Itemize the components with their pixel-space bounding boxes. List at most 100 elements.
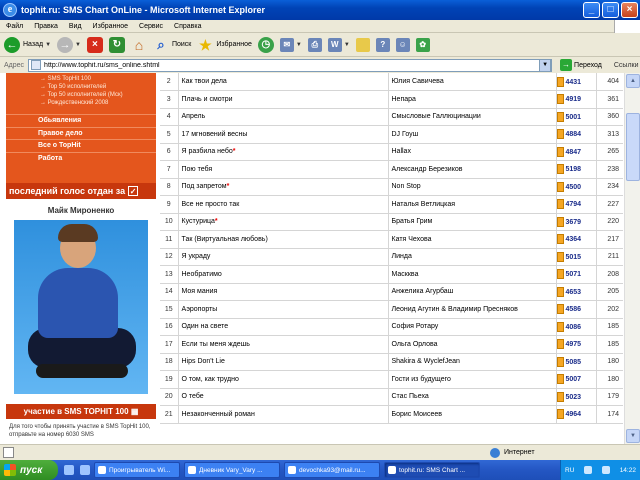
sidebar-item-right-cause[interactable]: Правое дело — [6, 126, 156, 140]
sms-code-cell[interactable]: 4500 — [556, 178, 596, 196]
sms-code-cell[interactable]: 4964 — [556, 405, 596, 424]
song-cell[interactable]: Я разбила небо* — [177, 143, 389, 161]
task-diary[interactable]: Дневник Vary_Vary ... — [184, 462, 280, 478]
sidebar-link-christmas[interactable]: → Рождественский 2008 — [6, 99, 156, 107]
scroll-up-icon[interactable]: ▲ — [626, 74, 640, 88]
home-button[interactable]: ⌂ — [131, 37, 147, 53]
menu-edit[interactable]: Правка — [34, 23, 58, 30]
song-cell[interactable]: Моя мания — [177, 283, 389, 301]
edit-button[interactable]: W ▼ — [327, 37, 350, 52]
discuss-button[interactable] — [355, 37, 370, 52]
address-field[interactable]: ▼ — [28, 58, 553, 72]
artist-cell[interactable]: Леонид Агутин & Владимир Пресняков — [388, 300, 557, 319]
quicklaunch-ie-icon[interactable] — [64, 465, 74, 475]
artist-cell[interactable]: Братья Грим — [388, 213, 557, 231]
artist-cell[interactable]: Non Stop — [388, 178, 557, 196]
sms-code-cell[interactable]: 4884 — [556, 125, 596, 144]
mail-button[interactable]: ✉ ▼ — [279, 37, 302, 52]
chevron-down-icon[interactable]: ▼ — [344, 42, 350, 48]
sms-code-cell[interactable]: 5015 — [556, 248, 596, 266]
network-icon[interactable] — [584, 466, 593, 474]
artist-photo[interactable] — [14, 220, 148, 394]
menu-tools[interactable]: Сервис — [139, 23, 163, 30]
sms-code-cell[interactable]: 5007 — [556, 370, 596, 389]
artist-cell[interactable]: Александр Березиков — [388, 160, 557, 179]
artist-cell[interactable]: Анжелика Агурбаш — [388, 283, 557, 301]
sidebar-link-top50-msk[interactable]: → Top 50 исполнителей (Мск) — [6, 91, 156, 99]
artist-cell[interactable]: Смысловые Галлюцинации — [388, 108, 557, 126]
song-cell[interactable]: Незаконченный роман — [177, 405, 389, 424]
song-cell[interactable]: О тебе — [177, 388, 389, 406]
scroll-down-icon[interactable]: ▼ — [626, 429, 640, 443]
artist-cell[interactable]: Линда — [388, 248, 557, 266]
song-cell[interactable]: Как твои дела — [177, 73, 389, 91]
song-cell[interactable]: Пою тебя — [177, 160, 389, 179]
artist-cell[interactable]: Борис Моисеев — [388, 405, 557, 424]
sms-code-cell[interactable]: 5198 — [556, 160, 596, 179]
sms-code-cell[interactable]: 4847 — [556, 143, 596, 161]
sms-code-cell[interactable]: 4794 — [556, 195, 596, 214]
artist-cell[interactable]: Shakira & WyclefJean — [388, 353, 557, 371]
maximize-button[interactable]: □ — [602, 2, 619, 18]
sms-code-cell[interactable]: 4975 — [556, 335, 596, 354]
sms-code-cell[interactable]: 4653 — [556, 283, 596, 301]
song-cell[interactable]: Необратимо — [177, 265, 389, 284]
close-button[interactable]: × — [621, 2, 638, 18]
song-cell[interactable]: 17 мгновений весны — [177, 125, 389, 144]
addon-button[interactable]: ✿ — [415, 37, 430, 52]
song-cell[interactable]: Апрель — [177, 108, 389, 126]
menu-file[interactable]: Файл — [6, 23, 23, 30]
song-cell[interactable]: Плачь и смотри — [177, 90, 389, 109]
sms-code-cell[interactable]: 4431 — [556, 73, 596, 91]
quicklaunch-media-icon[interactable] — [80, 465, 90, 475]
sms-code-cell[interactable]: 5023 — [556, 388, 596, 406]
song-cell[interactable]: Если ты меня ждешь — [177, 335, 389, 354]
sms-code-cell[interactable]: 3679 — [556, 213, 596, 231]
artist-cell[interactable]: Непара — [388, 90, 557, 109]
menu-favorites[interactable]: Избранное — [93, 23, 128, 30]
title-bar[interactable]: e tophit.ru: SMS Chart OnLine - Microsof… — [0, 0, 640, 20]
sms-code-cell[interactable]: 5001 — [556, 108, 596, 126]
chevron-down-icon[interactable]: ▼ — [45, 42, 51, 48]
artist-cell[interactable]: Наталья Ветлицкая — [388, 195, 557, 214]
sms-code-cell[interactable]: 4919 — [556, 90, 596, 109]
address-dropdown-icon[interactable]: ▼ — [539, 58, 552, 72]
song-cell[interactable]: Hips Don't Lie — [177, 353, 389, 371]
address-input[interactable] — [44, 61, 540, 69]
song-cell[interactable]: О том, как трудно — [177, 370, 389, 389]
favorites-button[interactable]: ★ Избранное — [197, 37, 252, 53]
sms-code-cell[interactable]: 4086 — [556, 318, 596, 336]
search-button[interactable]: ⌕ Поиск — [153, 37, 191, 53]
menu-view[interactable]: Вид — [69, 23, 82, 30]
volume-icon[interactable] — [601, 466, 610, 474]
research-button[interactable]: ? — [375, 37, 390, 52]
artist-cell[interactable]: DJ Гоуш — [388, 125, 557, 144]
song-cell[interactable]: Все не просто так — [177, 195, 389, 214]
minimize-button[interactable]: _ — [583, 2, 600, 18]
chevron-down-icon[interactable]: ▼ — [75, 42, 81, 48]
sidebar-item-about[interactable]: Все о TopHit — [6, 139, 156, 152]
artist-cell[interactable]: Маскква — [388, 265, 557, 284]
links-button[interactable]: Ссылки — [614, 62, 639, 69]
forward-button[interactable]: → ▼ — [57, 36, 81, 53]
task-mail[interactable]: devochka93@mail.ru... — [284, 462, 380, 478]
refresh-button[interactable]: ↻ — [108, 36, 125, 53]
artist-cell[interactable]: София Ротару — [388, 318, 557, 336]
go-button[interactable]: → Переход — [560, 59, 602, 71]
sms-code-cell[interactable]: 4586 — [556, 300, 596, 319]
task-tophit[interactable]: tophit.ru: SMS Chart ... — [384, 462, 480, 478]
history-button[interactable]: ◷ — [257, 36, 274, 53]
song-cell[interactable]: Аэропорты — [177, 300, 389, 319]
print-button[interactable]: ⎙ — [307, 37, 322, 52]
stop-button[interactable]: × — [86, 36, 103, 53]
artist-cell[interactable]: Стас Пьеха — [388, 388, 557, 406]
song-cell[interactable]: Под запретом* — [177, 178, 389, 196]
sms-code-cell[interactable]: 5085 — [556, 353, 596, 371]
participate-banner[interactable]: участие в SMS TOPHIT 100 ▦ — [6, 404, 156, 419]
sidebar-link-top50[interactable]: → Top 50 исполнителей — [6, 83, 156, 91]
menu-help[interactable]: Справка — [174, 23, 201, 30]
language-indicator[interactable]: RU — [565, 467, 574, 474]
scroll-thumb[interactable] — [626, 113, 640, 181]
back-button[interactable]: ← Назад ▼ — [4, 36, 51, 53]
artist-cell[interactable]: Гости из будущего — [388, 370, 557, 389]
